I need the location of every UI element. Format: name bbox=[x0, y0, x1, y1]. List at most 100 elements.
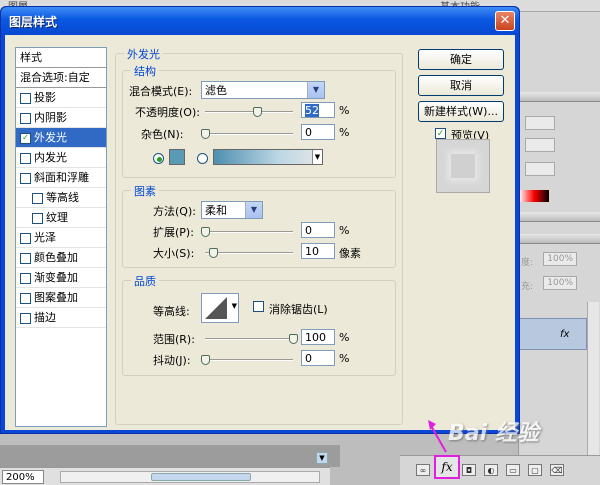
percent-label: % bbox=[339, 352, 350, 365]
panel-header[interactable] bbox=[519, 234, 600, 244]
method-select[interactable]: 柔和 ▼ bbox=[201, 201, 263, 219]
opacity-input[interactable]: 52 bbox=[301, 102, 335, 118]
baidu-watermark: Bai 经验 bbox=[448, 421, 539, 446]
opacity-slider-thumb[interactable] bbox=[253, 107, 262, 117]
checkbox-icon[interactable] bbox=[20, 253, 31, 264]
zoom-field[interactable]: 200% bbox=[2, 470, 44, 484]
style-item[interactable]: 纹理 bbox=[16, 208, 106, 228]
checkbox-icon[interactable] bbox=[20, 153, 31, 164]
fx-button[interactable]: fx bbox=[434, 455, 460, 479]
noise-input[interactable]: 0 bbox=[301, 124, 335, 140]
elements-group: 图素 方法(Q): 柔和 ▼ 扩展(P): 0 % 大小(S): 10 像素 bbox=[122, 183, 396, 268]
mask-icon[interactable]: ◘ bbox=[462, 464, 476, 476]
style-item[interactable]: 投影 bbox=[16, 88, 106, 108]
chevron-down-icon: ▼ bbox=[245, 202, 262, 218]
horizontal-scrollbar[interactable] bbox=[60, 471, 320, 483]
right-panel-dock: 度: 100% 充: 100% fx bbox=[518, 12, 600, 467]
style-item[interactable]: 渐变叠加 bbox=[16, 268, 106, 288]
solid-color-radio[interactable] bbox=[153, 153, 164, 164]
spread-slider-thumb[interactable] bbox=[201, 227, 210, 237]
layer-style-dialog: 图层样式 ✕ 样式 混合选项:自定 投影 内阴影 ✓ 外发光 内发光 斜面和浮雕 等高线 纹理… bbox=[0, 6, 520, 434]
spread-input[interactable]: 0 bbox=[301, 222, 335, 238]
jitter-slider[interactable] bbox=[205, 359, 293, 361]
blend-options-item[interactable]: 混合选项:自定 bbox=[16, 68, 106, 88]
checkbox-icon[interactable] bbox=[20, 233, 31, 244]
noise-slider-thumb[interactable] bbox=[201, 129, 210, 139]
chevron-down-icon: ▼ bbox=[231, 302, 237, 310]
blend-mode-label: 混合模式(E): bbox=[129, 85, 193, 98]
range-input[interactable]: 100 bbox=[301, 329, 335, 345]
glow-color-swatch[interactable] bbox=[169, 149, 185, 165]
layers-panel-footer: ∞ ◘ ◐ ▭ ▢ ⌫ bbox=[400, 455, 600, 485]
style-item-label: 投影 bbox=[34, 91, 56, 104]
spread-slider[interactable] bbox=[205, 231, 293, 233]
size-slider[interactable] bbox=[205, 252, 293, 254]
style-item[interactable]: 颜色叠加 bbox=[16, 248, 106, 268]
checkbox-icon[interactable] bbox=[20, 93, 31, 104]
dialog-titlebar[interactable]: 图层样式 ✕ bbox=[1, 7, 519, 35]
group-icon[interactable]: ▭ bbox=[506, 464, 520, 476]
jitter-input[interactable]: 0 bbox=[301, 350, 335, 366]
blend-mode-select[interactable]: 滤色 ▼ bbox=[201, 81, 325, 99]
checkbox-icon[interactable] bbox=[32, 213, 43, 224]
checkbox-icon[interactable] bbox=[20, 293, 31, 304]
noise-label: 杂色(N): bbox=[141, 128, 184, 141]
style-item[interactable]: 描边 bbox=[16, 308, 106, 328]
preview-checkbox[interactable]: ✓ bbox=[435, 128, 446, 139]
style-preview bbox=[436, 139, 490, 193]
style-item[interactable]: 斜面和浮雕 bbox=[16, 168, 106, 188]
size-slider-thumb[interactable] bbox=[209, 248, 218, 258]
gradient-radio[interactable] bbox=[197, 153, 208, 164]
style-item[interactable]: ✓ 外发光 bbox=[16, 128, 106, 148]
checkbox-icon[interactable] bbox=[20, 273, 31, 284]
style-item[interactable]: 图案叠加 bbox=[16, 288, 106, 308]
fx-icon: fx bbox=[560, 329, 570, 340]
trash-icon[interactable]: ⌫ bbox=[550, 464, 564, 476]
quality-group: 品质 等高线: ▼ 消除锯齿(L) 范围(R): 100 % 抖动(J): 0 … bbox=[122, 273, 396, 376]
preview-swatch bbox=[451, 154, 475, 178]
layers-scrollbar[interactable] bbox=[587, 302, 599, 457]
checkbox-icon[interactable] bbox=[20, 113, 31, 124]
new-layer-icon[interactable]: ▢ bbox=[528, 464, 542, 476]
range-slider-thumb[interactable] bbox=[289, 334, 298, 344]
close-button[interactable]: ✕ bbox=[495, 11, 515, 31]
style-item-label: 光泽 bbox=[34, 231, 56, 244]
outer-glow-title: 外发光 bbox=[124, 46, 163, 62]
style-item[interactable]: 等高线 bbox=[16, 188, 106, 208]
style-item-label: 内阴影 bbox=[34, 111, 67, 124]
pixels-label: 像素 bbox=[339, 247, 361, 260]
style-item[interactable]: 内发光 bbox=[16, 148, 106, 168]
checkbox-icon[interactable] bbox=[20, 173, 31, 184]
style-item[interactable]: 光泽 bbox=[16, 228, 106, 248]
size-input[interactable]: 10 bbox=[301, 243, 335, 259]
panel-field[interactable] bbox=[525, 162, 555, 176]
checkbox-icon[interactable] bbox=[32, 193, 43, 204]
style-list-header[interactable]: 样式 bbox=[16, 48, 106, 68]
ok-button[interactable]: 确定 bbox=[418, 49, 504, 70]
jitter-slider-thumb[interactable] bbox=[201, 355, 210, 365]
structure-title: 结构 bbox=[131, 63, 159, 79]
new-style-button[interactable]: 新建样式(W)... bbox=[418, 101, 504, 122]
style-item-label: 等高线 bbox=[46, 191, 79, 204]
scrollbar-thumb[interactable] bbox=[151, 473, 251, 481]
style-item[interactable]: 内阴影 bbox=[16, 108, 106, 128]
adjustment-icon[interactable]: ◐ bbox=[484, 464, 498, 476]
cancel-button[interactable]: 取消 bbox=[418, 75, 504, 96]
panel-header[interactable] bbox=[519, 212, 600, 222]
glow-gradient-picker[interactable]: ▼ bbox=[213, 149, 323, 165]
antialias-checkbox[interactable] bbox=[253, 301, 264, 312]
noise-slider[interactable] bbox=[205, 133, 293, 135]
link-icon[interactable]: ∞ bbox=[416, 464, 430, 476]
color-ramp[interactable] bbox=[519, 190, 549, 202]
checkbox-icon[interactable] bbox=[20, 313, 31, 324]
contour-picker[interactable]: ▼ bbox=[201, 293, 239, 323]
panel-field[interactable] bbox=[525, 116, 555, 130]
checkbox-checked-icon[interactable]: ✓ bbox=[20, 133, 31, 144]
scroll-down-icon[interactable]: ▼ bbox=[316, 452, 328, 464]
panel-field[interactable] bbox=[525, 138, 555, 152]
range-slider[interactable] bbox=[205, 338, 293, 340]
layer-row-selected[interactable]: fx bbox=[519, 318, 587, 350]
panel-header[interactable] bbox=[519, 92, 600, 102]
opacity-slider[interactable] bbox=[205, 111, 293, 113]
quality-title: 品质 bbox=[131, 273, 159, 289]
